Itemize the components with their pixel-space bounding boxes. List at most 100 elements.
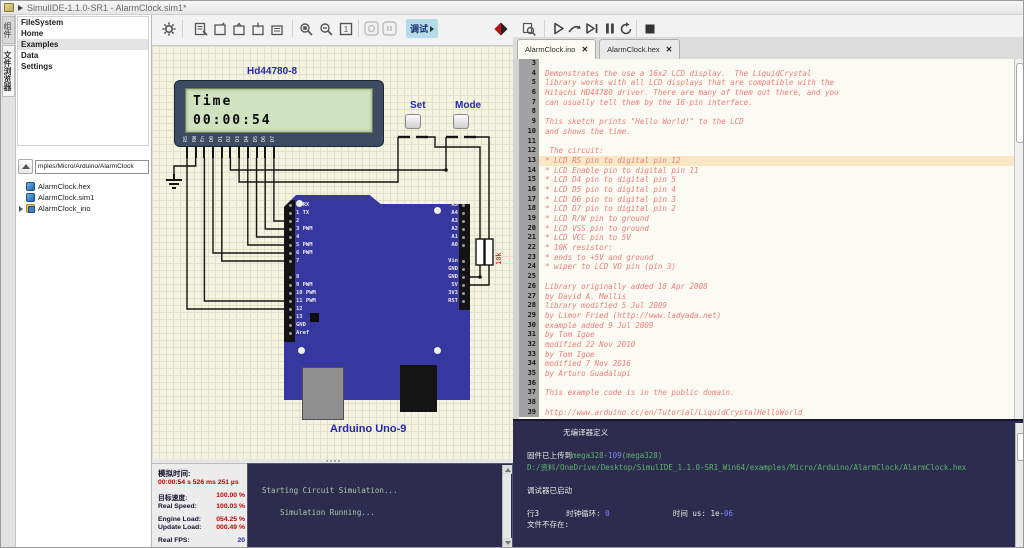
tab-close-icon[interactable]: ✕: [581, 45, 588, 54]
folder-up-button[interactable]: [18, 159, 33, 174]
arduino-pin: 12: [285, 305, 316, 313]
pin-label: 1 TX: [296, 210, 309, 216]
lcd-pin-stub: [273, 146, 275, 158]
stats-row: Engine Load:054.25 %: [158, 516, 245, 523]
tab-file-browser[interactable]: 文件浏览器: [2, 45, 15, 97]
tab-close-icon[interactable]: ✕: [666, 45, 673, 54]
file-item[interactable]: AlarmClock.sim1: [18, 192, 149, 203]
new-circuit-icon[interactable]: [211, 20, 228, 37]
output-segment: 109: [608, 451, 622, 460]
line-text: * LCD D7 pin to digital pin 2: [539, 204, 1014, 214]
pause-circuit-icon[interactable]: [381, 20, 398, 37]
path-input[interactable]: [35, 160, 149, 174]
zoom-fit-icon[interactable]: [297, 20, 314, 37]
code-line: 24* wiper to LCD VO pin (pin 3): [519, 262, 1014, 272]
debug-reset-icon[interactable]: [617, 20, 634, 37]
line-text: library works with all LCD displays that…: [539, 78, 1014, 88]
sidebar-place-home[interactable]: Home: [18, 28, 148, 39]
tab-components[interactable]: 组件: [2, 16, 15, 44]
scroll-up-icon[interactable]: [503, 465, 512, 474]
arduino-pin: 6 PWM: [285, 249, 316, 257]
line-number: 27: [519, 292, 539, 302]
pin-dot: [289, 300, 292, 303]
svg-text:1: 1: [343, 25, 348, 34]
pin-label: Vin: [448, 258, 458, 264]
pin-dot: [289, 204, 292, 207]
debug-pause-icon[interactable]: [601, 20, 618, 37]
editor-scrollbar[interactable]: [1014, 59, 1024, 419]
code-editor[interactable]: 34Demonstrates the use a 16x2 LCD displa…: [513, 59, 1024, 419]
code-line: 10and shows the time.: [519, 127, 1014, 137]
debug-stop-icon[interactable]: [641, 20, 658, 37]
arduino-pin: GND: [448, 273, 469, 281]
sidebar-place-examples[interactable]: Examples: [18, 39, 148, 50]
pin-label: 7: [296, 258, 299, 264]
zoom-area-icon[interactable]: [317, 20, 334, 37]
debug-run-icon[interactable]: [550, 20, 567, 37]
output-line: 调试器已启动: [527, 485, 1024, 497]
sidebar-place-data[interactable]: Data: [18, 50, 148, 61]
pin-dot: [462, 236, 465, 239]
pin-label: 8: [296, 274, 299, 280]
file-name: AlarmClock.sim1: [38, 193, 94, 202]
debug-step-icon[interactable]: [566, 20, 583, 37]
lcd-pin-label: D7: [270, 136, 276, 142]
zoom-one-icon[interactable]: 1: [337, 20, 354, 37]
output-scroll-thumb[interactable]: [1017, 433, 1024, 461]
file-browser-panel: FileSystemHomeExamplesDataSettings Alarm…: [16, 15, 152, 548]
sidebar-place-filesystem[interactable]: FileSystem: [18, 17, 148, 28]
code-line: 21* LCD VCC pin to 5V: [519, 233, 1014, 243]
line-text: * LCD D5 pin to digital pin 4: [539, 185, 1014, 195]
line-text: [539, 107, 1014, 117]
debug-step-over-icon[interactable]: [583, 20, 600, 37]
power-circuit-icon[interactable]: [363, 20, 380, 37]
pin-label: 2: [296, 218, 299, 224]
pin-label: 9 PWM: [296, 282, 313, 288]
settings-gear-icon[interactable]: [160, 20, 177, 37]
mode-button-label: Mode: [455, 100, 481, 111]
sidebar-places: FileSystemHomeExamplesDataSettings: [17, 16, 149, 146]
sidebar-place-settings[interactable]: Settings: [18, 61, 148, 72]
arduino-pin: Vin: [448, 257, 469, 265]
output-lines: 无编译器定义固件已上传到mega328-109(mega328)D:/资料/On…: [513, 421, 1024, 531]
code-line: 4Demonstrates the use a 16x2 LCD display…: [519, 69, 1014, 79]
circuit-info-icon[interactable]: [192, 20, 209, 37]
set-push-button[interactable]: [405, 114, 421, 129]
file-item[interactable]: AlarmClock.hex: [18, 181, 149, 192]
lcd-pin-label: D1: [218, 136, 224, 142]
sim-power-icon[interactable]: [492, 20, 509, 37]
line-text: The circuit:: [539, 146, 1014, 156]
up-arrow-icon: [22, 164, 30, 169]
stats-label: Real Speed:: [158, 503, 197, 510]
pin-dot: [462, 268, 465, 271]
save-as-circuit-icon[interactable]: [268, 20, 285, 37]
open-circuit-icon[interactable]: [230, 20, 247, 37]
lcd-pin: D5: [253, 120, 262, 158]
output-segment: 调试器已启动: [527, 486, 572, 495]
mode-push-button[interactable]: [453, 114, 469, 129]
arduino-pin: 9 PWM: [285, 281, 316, 289]
file-item[interactable]: AlarmClock_ino: [18, 203, 149, 214]
line-number: 37: [519, 388, 539, 398]
pin-label: A1: [451, 234, 458, 240]
find-icon[interactable]: [520, 20, 537, 37]
editor-scroll-thumb[interactable]: [1016, 63, 1024, 143]
lcd-pin-label: En: [200, 136, 206, 142]
pin-dot: [289, 308, 292, 311]
expand-caret-icon[interactable]: [19, 206, 23, 212]
editor-tab[interactable]: AlarmClock.hex✕: [599, 39, 680, 59]
output-line: 无编译器定义: [527, 427, 1024, 439]
stats-label: Update Load:: [158, 524, 201, 531]
debug-button[interactable]: 调试: [406, 19, 438, 38]
editor-tab[interactable]: AlarmClock.ino✕: [517, 39, 596, 59]
line-number: 8: [519, 107, 539, 117]
pin-dot: [289, 324, 292, 327]
console-lines: Starting Circuit Simulation... Simulatio…: [248, 464, 512, 519]
save-circuit-icon[interactable]: [249, 20, 266, 37]
scroll-down-icon[interactable]: [503, 538, 512, 547]
output-scrollbar[interactable]: [1015, 423, 1024, 548]
console-scrollbar[interactable]: [502, 465, 511, 547]
pin-dot: [289, 228, 292, 231]
circuit-canvas[interactable]: 10k Hd44780-8 Time 00:00:54 RSRWEnD0D1D2…: [152, 45, 513, 463]
arduino-pin: Aref: [285, 329, 316, 337]
